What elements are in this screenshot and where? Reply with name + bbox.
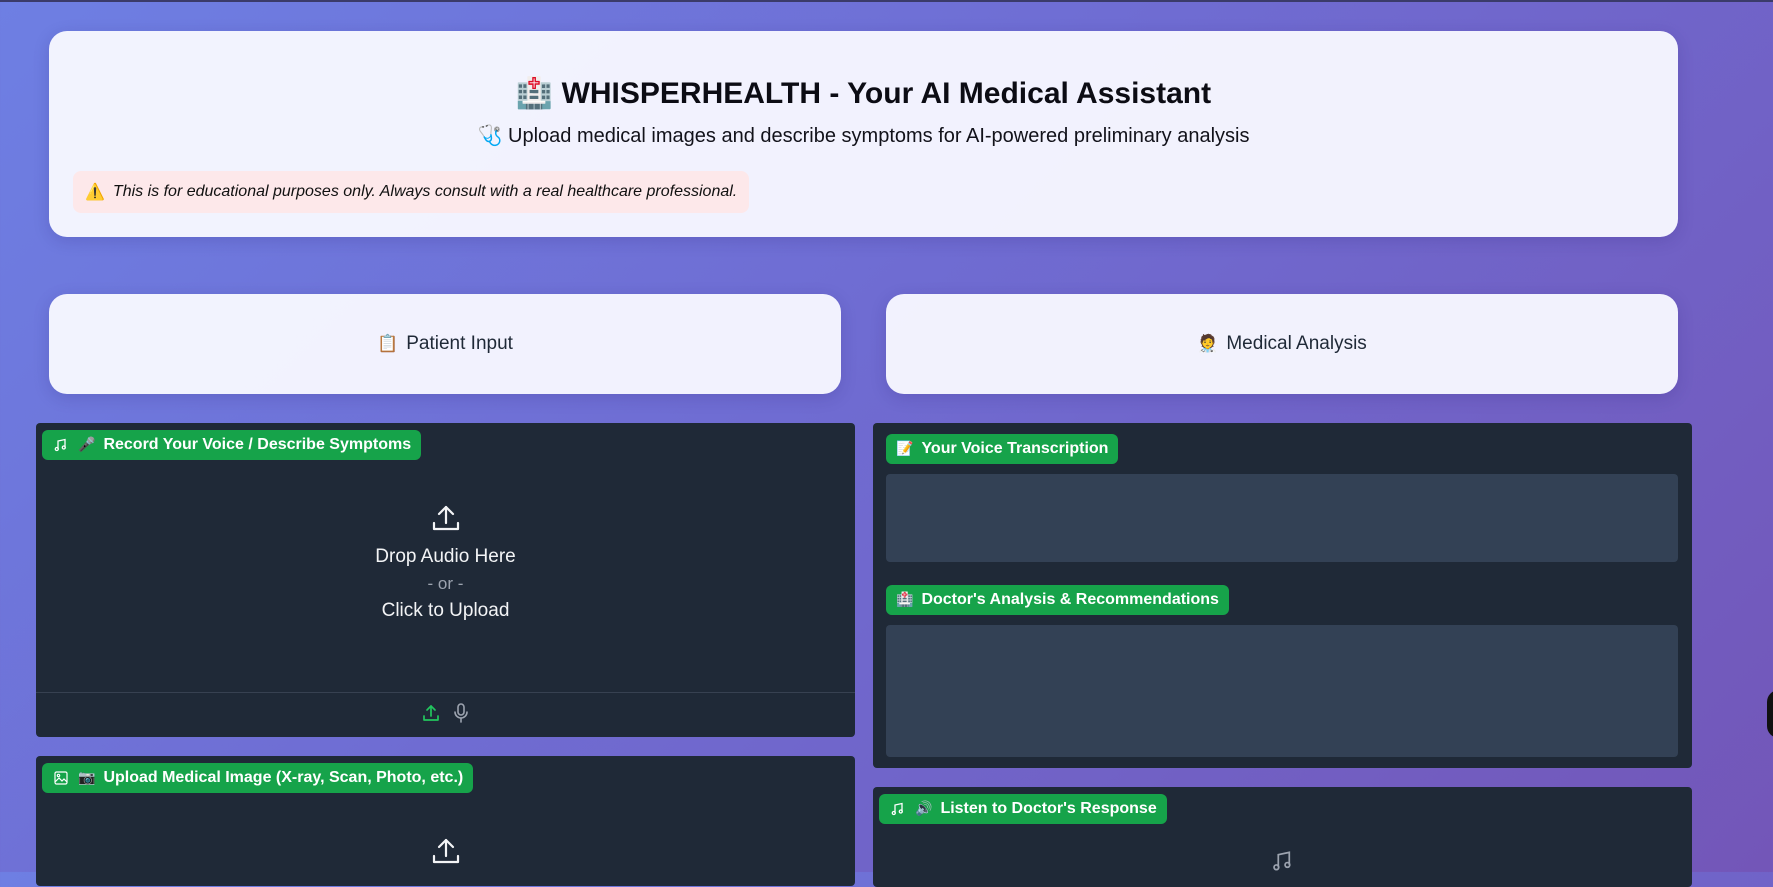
page-subtitle-text: Upload medical images and describe sympt… xyxy=(508,125,1250,147)
analysis-textbox[interactable] xyxy=(886,625,1678,757)
transcription-label-text: Your Voice Transcription xyxy=(921,440,1109,457)
image-input-label-text: Upload Medical Image (X-ray, Scan, Photo… xyxy=(103,769,464,786)
stethoscope-icon: 🩺 xyxy=(477,123,503,147)
transcription-textbox[interactable] xyxy=(886,474,1678,562)
audio-input-panel: 🎤 Record Your Voice / Describe Symptoms … xyxy=(36,423,855,737)
speaker-icon: 🔊 xyxy=(915,801,933,817)
disclaimer-banner: ⚠️ This is for educational purposes only… xyxy=(73,171,750,213)
or-text: - or - xyxy=(427,574,464,593)
transcription-label: 📝 Your Voice Transcription xyxy=(886,434,1119,464)
patient-input-card: 📋 Patient Input xyxy=(49,294,841,394)
page-subtitle: 🩺 Upload medical images and describe sym… xyxy=(49,123,1678,148)
page-title: 🏥 WHISPERHEALTH - Your AI Medical Assist… xyxy=(49,76,1678,111)
music-note-icon xyxy=(1272,851,1291,871)
memo-icon: 📝 xyxy=(896,441,914,457)
image-input-label: 📷 Upload Medical Image (X-ray, Scan, Pho… xyxy=(42,763,474,793)
microphone-icon xyxy=(453,702,468,723)
clipboard-icon: 📋 xyxy=(377,334,399,354)
hospital-icon: 🏥 xyxy=(896,592,914,608)
image-dropzone[interactable] xyxy=(36,836,855,871)
audio-source-toolbar xyxy=(36,692,855,737)
analysis-label: 🏥 Doctor's Analysis & Recommendations xyxy=(886,585,1229,615)
click-upload-text: Click to Upload xyxy=(381,600,510,621)
header-card: 🏥 WHISPERHEALTH - Your AI Medical Assist… xyxy=(49,31,1678,237)
upload-icon xyxy=(432,838,459,864)
audio-dropzone[interactable]: Drop Audio Here - or - Click to Upload xyxy=(36,503,855,622)
patient-input-title: Patient Input xyxy=(406,333,513,354)
microphone-emoji-icon: 🎤 xyxy=(78,437,96,453)
upload-icon xyxy=(422,704,439,721)
page-title-text: WHISPERHEALTH - Your AI Medical Assistan… xyxy=(561,77,1212,110)
warning-icon: ⚠️ xyxy=(85,184,105,201)
upload-icon xyxy=(432,505,459,531)
audio-output-panel: 🔊 Listen to Doctor's Response xyxy=(873,787,1692,887)
doctor-icon: 🧑‍⚕️ xyxy=(1197,334,1219,354)
audio-output-label: 🔊 Listen to Doctor's Response xyxy=(879,794,1167,824)
image-input-panel: 📷 Upload Medical Image (X-ray, Scan, Pho… xyxy=(36,756,855,886)
drop-audio-text: Drop Audio Here xyxy=(375,546,516,567)
audio-input-label-text: Record Your Voice / Describe Symptoms xyxy=(103,436,412,453)
microphone-source-button[interactable] xyxy=(452,702,470,728)
audio-input-label: 🎤 Record Your Voice / Describe Symptoms xyxy=(42,430,422,460)
medical-analysis-card: 🧑‍⚕️ Medical Analysis xyxy=(886,294,1678,394)
window-top-border xyxy=(0,0,1773,2)
edge-widget xyxy=(1767,690,1773,738)
audio-output-label-text: Listen to Doctor's Response xyxy=(940,800,1157,817)
camera-emoji-icon: 📷 xyxy=(78,770,96,786)
upload-source-button[interactable] xyxy=(422,704,440,727)
analysis-label-text: Doctor's Analysis & Recommendations xyxy=(921,591,1219,608)
audio-output-placeholder xyxy=(873,850,1692,877)
image-icon xyxy=(52,769,70,787)
music-note-icon xyxy=(52,436,70,454)
analysis-output-panel: 📝 Your Voice Transcription 🏥 Doctor's An… xyxy=(873,423,1692,768)
music-note-icon xyxy=(889,800,907,818)
hospital-icon: 🏥 xyxy=(515,76,554,111)
disclaimer-text: This is for educational purposes only. A… xyxy=(112,183,738,200)
medical-analysis-title: Medical Analysis xyxy=(1226,333,1367,354)
